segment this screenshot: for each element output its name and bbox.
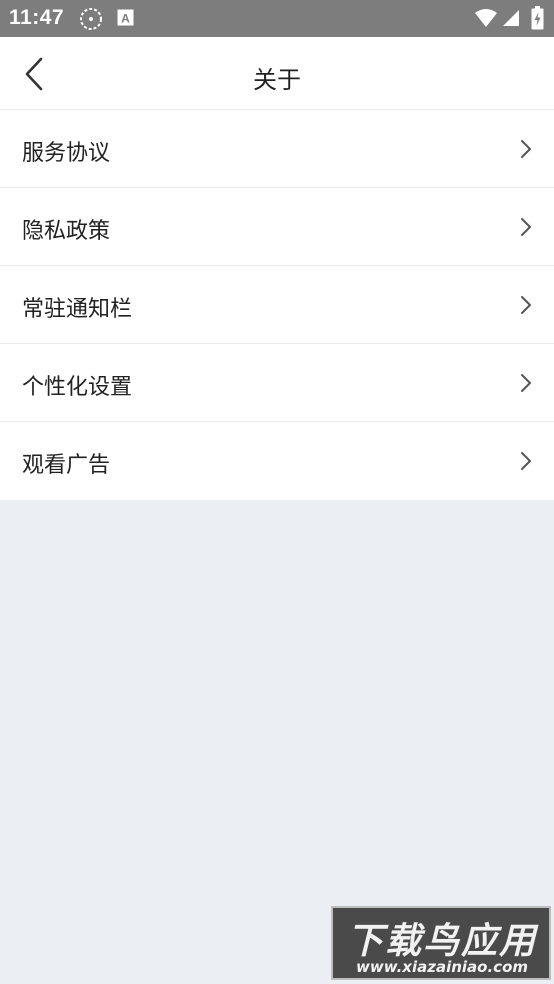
menu-item-label: 个性化设置 <box>22 375 133 400</box>
watermark-url: www.xiazainiao.com <box>355 958 529 976</box>
watermark-title: 下载鸟应用 <box>346 921 537 962</box>
menu-item-service-agreement[interactable]: 服务协议 <box>0 110 554 188</box>
watermark-logo: 下载鸟应用 www.xiazainiao.com <box>331 906 551 980</box>
svg-text:A: A <box>121 12 130 26</box>
chevron-right-icon <box>521 296 531 314</box>
menu-item-personalization[interactable]: 个性化设置 <box>0 344 554 422</box>
chevron-right-icon <box>521 218 531 236</box>
page-title: 关于 <box>253 66 301 94</box>
chevron-right-icon <box>521 374 531 392</box>
status-bar: 11:47 A <box>0 0 554 37</box>
signal-icon <box>503 10 519 26</box>
menu-item-label: 隐私政策 <box>22 219 111 244</box>
app-header: 关于 <box>0 37 554 110</box>
chevron-right-icon <box>521 140 531 158</box>
menu-item-label: 观看广告 <box>22 453 111 478</box>
menu-list: 服务协议 隐私政策 常驻通知栏 个性化设置 观看广告 <box>0 110 554 500</box>
menu-item-label: 常驻通知栏 <box>22 297 133 322</box>
menu-item-label: 服务协议 <box>22 141 111 166</box>
battery-icon <box>531 6 544 30</box>
wifi-icon <box>475 9 497 27</box>
sync-icon <box>80 8 102 30</box>
status-time: 11:47 <box>9 6 65 29</box>
menu-item-privacy-policy[interactable]: 隐私政策 <box>0 188 554 266</box>
menu-item-persistent-notification[interactable]: 常驻通知栏 <box>0 266 554 344</box>
chevron-right-icon <box>521 452 531 470</box>
a-badge-icon: A <box>117 9 134 26</box>
menu-item-watch-ads[interactable]: 观看广告 <box>0 422 554 500</box>
